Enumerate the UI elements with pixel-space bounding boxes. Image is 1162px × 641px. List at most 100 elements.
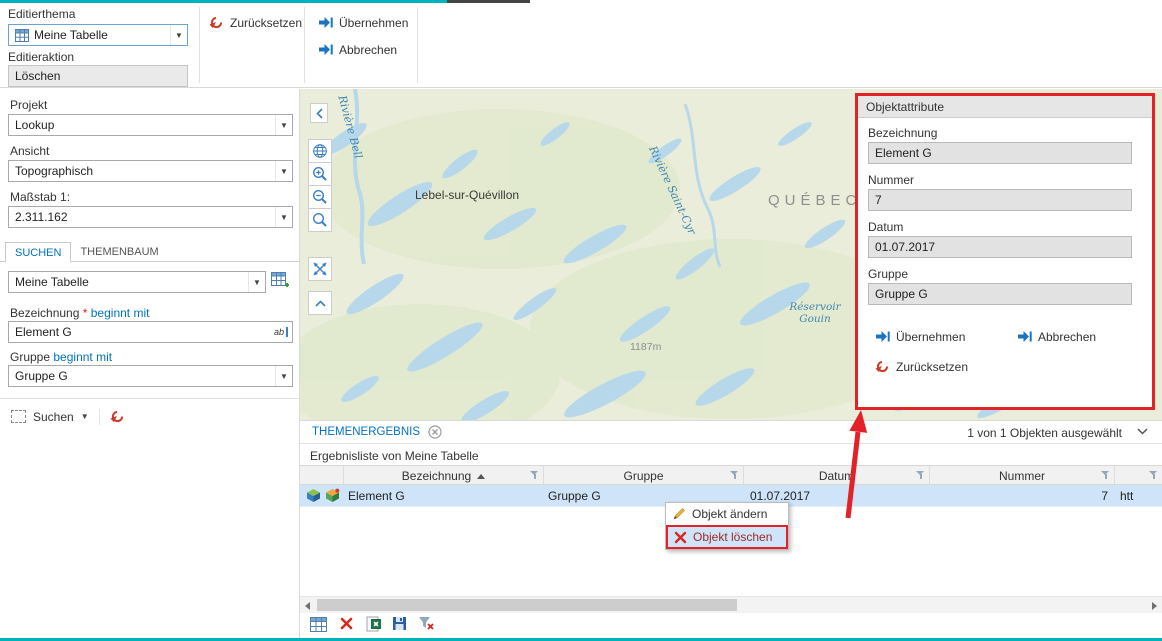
open-form-icon[interactable] [325, 488, 340, 503]
map-label-city: Lebel-sur-Quévillon [415, 188, 519, 202]
column-header-gruppe[interactable]: Gruppe [544, 466, 744, 486]
collapse-panel-button[interactable] [310, 103, 328, 123]
reset-search-button[interactable] [107, 407, 128, 426]
cell-gruppe: Gruppe G [548, 485, 601, 507]
ansicht-label: Ansicht [10, 144, 49, 158]
panel-reset-button[interactable]: Zurücksetzen [872, 357, 971, 376]
clear-filter-button[interactable] [418, 616, 434, 631]
panel-title: Objektattribute [858, 96, 1152, 118]
column-header-bezeichnung[interactable]: Bezeichnung [344, 466, 544, 486]
clear-filter-icon [418, 616, 434, 631]
editierthema-combobox[interactable]: Meine Tabelle ▼ [8, 24, 188, 46]
excel-icon [366, 616, 382, 632]
zoom-out-button[interactable] [308, 185, 332, 209]
zoom-to-feature-icon[interactable] [306, 488, 321, 503]
delete-object-button[interactable] [340, 617, 353, 630]
column-header-icons[interactable] [300, 466, 344, 486]
zoom-window-button[interactable] [308, 208, 332, 232]
reset-button[interactable]: Zurücksetzen [206, 13, 305, 32]
map-label-region: QUÉBEC [768, 192, 861, 209]
scrollbar-thumb[interactable] [317, 599, 737, 611]
show-table-button[interactable] [310, 617, 327, 632]
search-button[interactable]: Suchen ▼ [8, 408, 92, 426]
chevron-down-icon[interactable]: ▼ [275, 366, 292, 386]
editierthema-value: Meine Tabelle [34, 28, 170, 42]
filter-icon[interactable] [530, 471, 539, 480]
search-sidebar: Projekt Lookup ▼ Ansicht Topographisch ▼… [0, 89, 300, 638]
bezeichnung-input[interactable]: Element G ab [8, 321, 293, 343]
divider [99, 409, 100, 425]
chevron-down-icon[interactable]: ▼ [248, 272, 265, 292]
save-button[interactable] [392, 616, 407, 631]
map-label-reservoir: Réservoir Gouin [778, 301, 852, 325]
delete-x-icon [340, 617, 353, 630]
column-header-extra[interactable] [1115, 466, 1162, 486]
field-input-gruppe[interactable]: Gruppe G [868, 283, 1132, 305]
full-extent-icon [312, 261, 328, 277]
gruppe-combobox[interactable]: Gruppe G ▼ [8, 365, 293, 387]
chevron-up-icon [315, 300, 326, 307]
cancel-arrow-icon [318, 42, 333, 57]
cell-nummer: 7 [930, 485, 1108, 507]
filter-icon[interactable] [916, 471, 925, 480]
horizontal-scrollbar[interactable] [300, 596, 1162, 613]
globe-button[interactable] [308, 139, 332, 163]
ribbon-separator [199, 7, 200, 83]
column-header-datum[interactable]: Datum [744, 466, 930, 486]
operator-link[interactable]: beginnt mit [53, 350, 112, 364]
result-list-title: Ergebnisliste von Meine Tabelle [310, 449, 479, 463]
add-table-button[interactable] [270, 271, 290, 290]
chevron-down-icon[interactable]: ▼ [81, 412, 89, 421]
column-header-nummer[interactable]: Nummer [930, 466, 1115, 486]
ribbon-separator [417, 7, 418, 83]
export-excel-button[interactable] [366, 616, 382, 632]
tab-suchen[interactable]: SUCHEN [5, 242, 71, 263]
field-label-bezeichnung: Bezeichnung [868, 126, 937, 140]
menu-item-objekt-aendern[interactable]: Objekt ändern [666, 503, 788, 525]
text-match-icon[interactable]: ab [274, 327, 288, 337]
results-toolbar [300, 613, 1162, 639]
zoom-in-button[interactable] [308, 162, 332, 186]
cancel-button[interactable]: Abbrechen [315, 40, 400, 59]
filter-icon[interactable] [1149, 471, 1158, 480]
close-icon [428, 425, 442, 439]
zoom-out-icon [312, 189, 328, 205]
scroll-left-arrow[interactable] [305, 602, 310, 610]
projekt-combobox[interactable]: Lookup ▼ [8, 114, 293, 136]
apply-arrow-icon [875, 329, 890, 344]
menu-item-objekt-loeschen[interactable]: Objekt löschen [666, 525, 788, 549]
chevron-down-icon[interactable]: ▼ [275, 115, 292, 135]
bezeichnung-criteria-label: Bezeichnung * beginnt mit [10, 306, 149, 320]
field-input-bezeichnung[interactable]: Element G [868, 142, 1132, 164]
map-label-elevation: 1187m [630, 341, 661, 353]
ribbon-separator [304, 7, 305, 83]
chevron-down-icon[interactable]: ▼ [275, 161, 292, 181]
field-input-datum[interactable]: 01.07.2017 [868, 236, 1132, 258]
chevron-down-icon[interactable]: ▼ [275, 207, 292, 227]
panel-apply-button[interactable]: Übernehmen [872, 327, 968, 346]
tab-themenergebnis[interactable]: THEMENERGEBNIS [312, 426, 420, 438]
operator-link[interactable]: beginnt mit [91, 306, 150, 320]
panel-cancel-button[interactable]: Abbrechen [1014, 327, 1099, 346]
massstab-combobox[interactable]: 2.311.162 ▼ [8, 206, 293, 228]
tab-themenbaum[interactable]: THEMENBAUM [71, 242, 167, 262]
apply-button[interactable]: Übernehmen [315, 13, 411, 32]
full-extent-button[interactable] [308, 257, 332, 281]
search-theme-combobox[interactable]: Meine Tabelle ▼ [8, 271, 266, 293]
sort-ascending-icon [477, 474, 485, 479]
ansicht-combobox[interactable]: Topographisch ▼ [8, 160, 293, 182]
selection-box-icon [11, 410, 26, 423]
filter-icon[interactable] [1101, 471, 1110, 480]
close-tab-button[interactable] [428, 425, 442, 439]
globe-icon [312, 143, 328, 159]
cell-bezeichnung: Element G [348, 485, 405, 507]
scroll-right-arrow[interactable] [1152, 602, 1157, 610]
divider [0, 398, 300, 399]
collapse-toolbar-button[interactable] [308, 291, 332, 315]
table-icon [15, 29, 29, 42]
chevron-down-icon[interactable]: ▼ [170, 25, 187, 45]
field-input-nummer[interactable]: 7 [868, 189, 1132, 211]
cancel-arrow-icon [1017, 329, 1032, 344]
filter-icon[interactable] [730, 471, 739, 480]
collapse-results-button[interactable] [1137, 428, 1148, 435]
